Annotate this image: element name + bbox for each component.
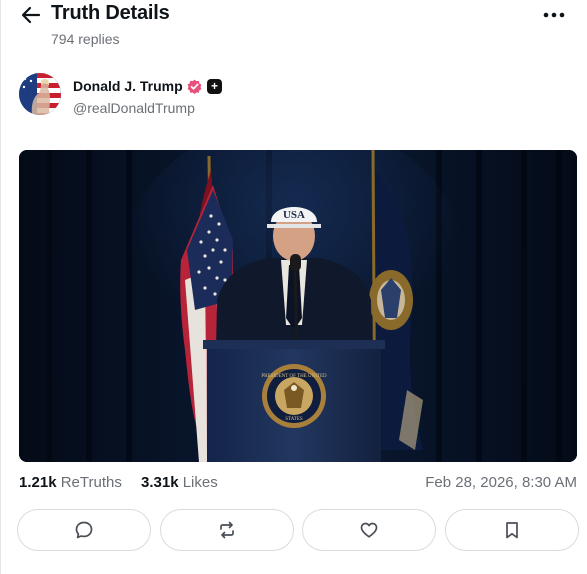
- author-row: Donald J. Trump + @realDonaldTrump: [1, 70, 587, 122]
- retruths-label: ReTruths: [60, 474, 122, 491]
- verified-badge-icon: [187, 79, 202, 94]
- chat-bubble-icon: [75, 521, 93, 539]
- heart-icon: [360, 522, 378, 538]
- replies-count: 794 replies: [51, 31, 120, 47]
- back-button[interactable]: [19, 4, 43, 26]
- author-handle[interactable]: @realDonaldTrump: [73, 100, 195, 116]
- retruth-button[interactable]: [160, 509, 294, 551]
- page-title: Truth Details: [51, 2, 170, 24]
- post-photo: USA PRESIDENT OF THE UNITED STATES: [19, 150, 577, 462]
- reply-button[interactable]: [17, 509, 151, 551]
- bookmark-icon: [506, 522, 518, 539]
- action-bar: [17, 509, 579, 553]
- arrow-left-icon: [21, 6, 41, 24]
- author-name[interactable]: Donald J. Trump: [73, 78, 183, 94]
- avatar[interactable]: [19, 73, 61, 115]
- retruths-count: 1.21k: [19, 474, 57, 491]
- truth-details-page: Truth Details 794 replies Donald J. Trum…: [0, 0, 587, 574]
- plus-badge: +: [207, 79, 222, 94]
- likes-label: Likes: [182, 474, 218, 491]
- likes-stat[interactable]: 3.31k Likes: [141, 474, 218, 491]
- seal-text-top: PRESIDENT OF THE UNITED: [261, 374, 327, 379]
- post-timestamp: Feb 28, 2026, 8:30 AM: [425, 474, 577, 491]
- bookmark-button[interactable]: [445, 509, 579, 551]
- repost-arrows-icon: [220, 521, 234, 539]
- likes-count: 3.31k: [141, 474, 179, 491]
- seal-text-bottom: STATES: [285, 417, 303, 422]
- like-button[interactable]: [302, 509, 436, 551]
- cap-text: USA: [283, 209, 305, 221]
- post-stats: 1.21k ReTruths 3.31k Likes Feb 28, 2026,…: [19, 474, 577, 494]
- post-image[interactable]: USA PRESIDENT OF THE UNITED STATES: [19, 150, 577, 462]
- more-options-button[interactable]: [542, 6, 566, 24]
- header: Truth Details 794 replies: [1, 0, 587, 60]
- more-horizontal-icon: [543, 12, 565, 18]
- retruths-stat[interactable]: 1.21k ReTruths: [19, 474, 122, 491]
